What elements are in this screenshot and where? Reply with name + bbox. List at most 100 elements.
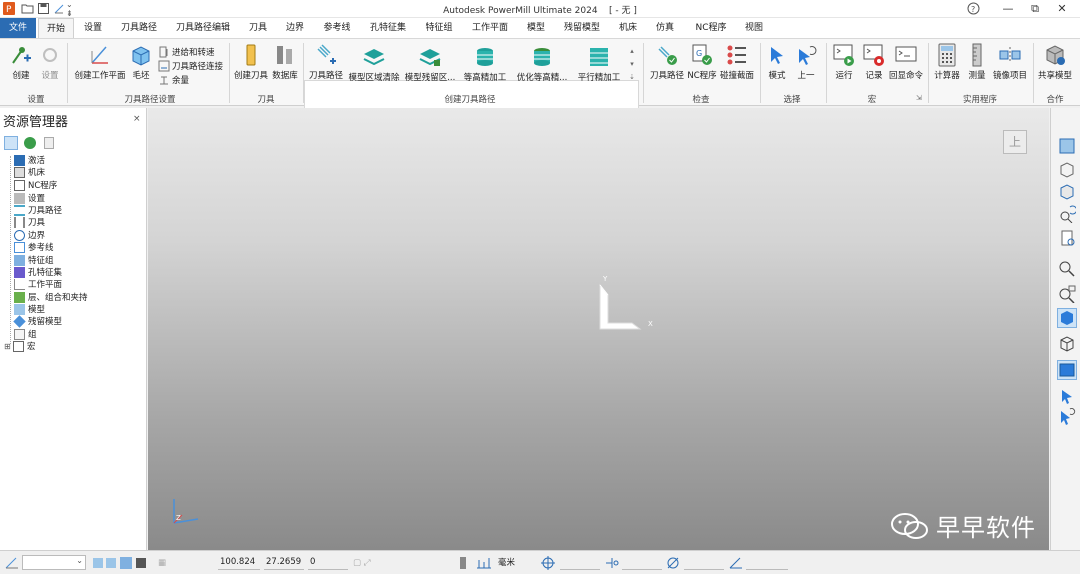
tab-toolpath-edit[interactable]: 刀具路径编辑 bbox=[170, 18, 236, 38]
tool-axis-icon[interactable] bbox=[604, 556, 620, 570]
model-rest-area-button[interactable]: 模型残留区... bbox=[402, 45, 458, 83]
coord-y-field[interactable]: 27.2659 bbox=[264, 555, 304, 570]
tab-file[interactable]: 文件 bbox=[0, 18, 36, 38]
dialog-launcher-icon[interactable]: ⇲ bbox=[916, 94, 922, 102]
restore-button[interactable]: ⧉ bbox=[1027, 2, 1043, 16]
tab-boundary[interactable]: 边界 bbox=[280, 18, 310, 38]
tree-item-setups[interactable]: 设置 bbox=[14, 192, 45, 204]
create-workplane-button[interactable]: 创建工作平面 bbox=[72, 43, 128, 81]
mirror-items-button[interactable]: 镜像项目 bbox=[990, 43, 1030, 81]
tree-item-feature-groups[interactable]: 特征组 bbox=[14, 254, 54, 266]
tab-stock-model[interactable]: 残留模型 bbox=[558, 18, 606, 38]
tree-item-stock-models[interactable]: 残留模型 bbox=[13, 314, 62, 328]
calculator-button[interactable]: 计算器 bbox=[932, 43, 962, 81]
tree-item-reference-curves[interactable]: 参考线 bbox=[14, 241, 54, 253]
zoom-box-icon[interactable] bbox=[1057, 284, 1077, 304]
snap-icons[interactable] bbox=[92, 556, 148, 570]
zoom-fit-icon[interactable] bbox=[1057, 258, 1077, 278]
collision-section-button[interactable]: 碰撞截面 bbox=[718, 43, 756, 81]
minimize-button[interactable]: — bbox=[1000, 2, 1016, 16]
workplane-status-icon[interactable] bbox=[4, 556, 20, 570]
tab-workplane[interactable]: 工作平面 bbox=[466, 18, 514, 38]
tab-view[interactable]: 视图 bbox=[740, 18, 768, 38]
tree-item-tools[interactable]: 刀具 bbox=[14, 216, 45, 228]
optimized-constant-z-button[interactable]: 优化等高精... bbox=[514, 45, 570, 83]
delete-icon[interactable] bbox=[44, 137, 54, 149]
measure-button[interactable]: 测量 bbox=[964, 43, 990, 81]
tab-model[interactable]: 模型 bbox=[522, 18, 550, 38]
view-cube-front-icon[interactable] bbox=[1057, 160, 1077, 180]
tab-feature-groups[interactable]: 特征组 bbox=[420, 18, 458, 38]
select-mode-icon[interactable] bbox=[1057, 386, 1077, 406]
tree-item-levels[interactable]: 层、组合和夹持 bbox=[14, 291, 88, 303]
model-area-clearance-button[interactable]: 模型区域清除 bbox=[346, 45, 402, 83]
coordinate-mode-icons[interactable]: ▢ ⤢ bbox=[353, 556, 371, 570]
tree-item-active[interactable]: 激活 bbox=[14, 154, 45, 166]
tree-item-groups[interactable]: 组 bbox=[14, 328, 37, 340]
shaded-view-icon[interactable] bbox=[1057, 308, 1077, 328]
view-iso-icon[interactable] bbox=[1057, 182, 1077, 202]
view-iso-tree-icon[interactable] bbox=[1057, 136, 1077, 156]
refresh-icon[interactable] bbox=[1057, 228, 1077, 248]
wireframe-view-icon[interactable] bbox=[1057, 334, 1077, 354]
tab-setup[interactable]: 设置 bbox=[78, 18, 108, 38]
tool-status-icon[interactable] bbox=[458, 556, 470, 570]
tree-item-hole-features[interactable]: 孔特征集 bbox=[14, 266, 62, 278]
close-button[interactable]: ✕ bbox=[1054, 2, 1070, 16]
settings-button[interactable]: 设置 bbox=[36, 43, 64, 81]
angle-icon[interactable] bbox=[728, 556, 744, 570]
raster-finishing-button[interactable]: 平行精加工 bbox=[574, 45, 624, 83]
tab-tool[interactable]: 刀具 bbox=[244, 18, 272, 38]
status-field-1[interactable] bbox=[560, 555, 600, 570]
echo-commands-button[interactable]: 回显命令 bbox=[888, 43, 924, 81]
explorer-close-button[interactable]: × bbox=[133, 114, 141, 124]
constant-z-finishing-button[interactable]: 等高精加工 bbox=[460, 45, 510, 83]
previous-button[interactable]: 上一 bbox=[792, 43, 820, 81]
tab-nc-program[interactable]: NC程序 bbox=[688, 18, 734, 38]
create-button[interactable]: 创建 bbox=[6, 43, 36, 81]
tree-item-models[interactable]: 模型 bbox=[14, 303, 45, 315]
status-field-4[interactable] bbox=[746, 555, 788, 570]
tree-view-icon[interactable] bbox=[4, 136, 18, 150]
tab-toolpaths[interactable]: 刀具路径 bbox=[116, 18, 162, 38]
coord-z-field[interactable]: 0 bbox=[308, 555, 348, 570]
tree-item-macros[interactable]: ⊞ 宏 bbox=[4, 340, 36, 352]
viewcube-button[interactable]: 上 bbox=[1003, 130, 1027, 154]
expand-icon[interactable]: ⊞ bbox=[4, 342, 13, 351]
grid-icon[interactable]: ▦ bbox=[158, 556, 166, 570]
allowance-button[interactable]: 余量 bbox=[158, 73, 189, 86]
graphics-viewport[interactable]: 上 Y X Z 早早软件 bbox=[148, 108, 1049, 550]
tab-simulation[interactable]: 仿真 bbox=[650, 18, 680, 38]
run-macro-button[interactable]: 运行 bbox=[830, 43, 858, 81]
tab-machine[interactable]: 机床 bbox=[614, 18, 642, 38]
feeds-speeds-button[interactable]: 进给和转速 bbox=[158, 45, 215, 58]
globe-icon[interactable] bbox=[24, 137, 36, 149]
select-previous-icon[interactable] bbox=[1057, 406, 1077, 426]
block-button[interactable]: 毛坯 bbox=[128, 43, 154, 81]
status-field-3[interactable] bbox=[684, 555, 724, 570]
coord-x-field[interactable]: 100.824 bbox=[218, 555, 260, 570]
status-field-2[interactable] bbox=[622, 555, 662, 570]
zoom-previous-icon[interactable] bbox=[1057, 204, 1077, 224]
database-button[interactable]: 数据库 bbox=[270, 43, 300, 81]
toolpath-button[interactable]: 刀具路径 bbox=[306, 43, 346, 81]
tab-reference-curves[interactable]: 参考线 bbox=[318, 18, 356, 38]
share-model-button[interactable]: 共享模型 bbox=[1036, 43, 1074, 81]
tree-item-workplanes[interactable]: 工作平面 bbox=[14, 278, 62, 290]
plain-shade-icon[interactable] bbox=[1057, 360, 1077, 380]
toolpath-connections-button[interactable]: 刀具路径连接 bbox=[158, 59, 223, 72]
check-ncprogram-button[interactable]: G NC程序 bbox=[686, 43, 718, 81]
mode-button[interactable]: 模式 bbox=[764, 43, 790, 81]
check-toolpath-button[interactable]: 刀具路径 bbox=[648, 43, 686, 81]
crosshair-icon[interactable] bbox=[541, 556, 555, 570]
diameter-icon[interactable] bbox=[666, 556, 680, 570]
units-icon[interactable] bbox=[476, 556, 492, 570]
tab-hole-features[interactable]: 孔特征集 bbox=[364, 18, 412, 38]
tree-item-machine[interactable]: 机床 bbox=[14, 166, 45, 178]
tree-item-ncprogram[interactable]: NC程序 bbox=[14, 179, 57, 191]
gallery-scroll[interactable]: ▴ ▾ ⇣ bbox=[628, 45, 636, 85]
record-macro-button[interactable]: 记录 bbox=[860, 43, 888, 81]
tab-home[interactable]: 开始 bbox=[38, 18, 74, 38]
tree-item-toolpaths[interactable]: 刀具路径 bbox=[14, 204, 62, 216]
workplane-select[interactable]: ⌄ bbox=[22, 555, 86, 570]
